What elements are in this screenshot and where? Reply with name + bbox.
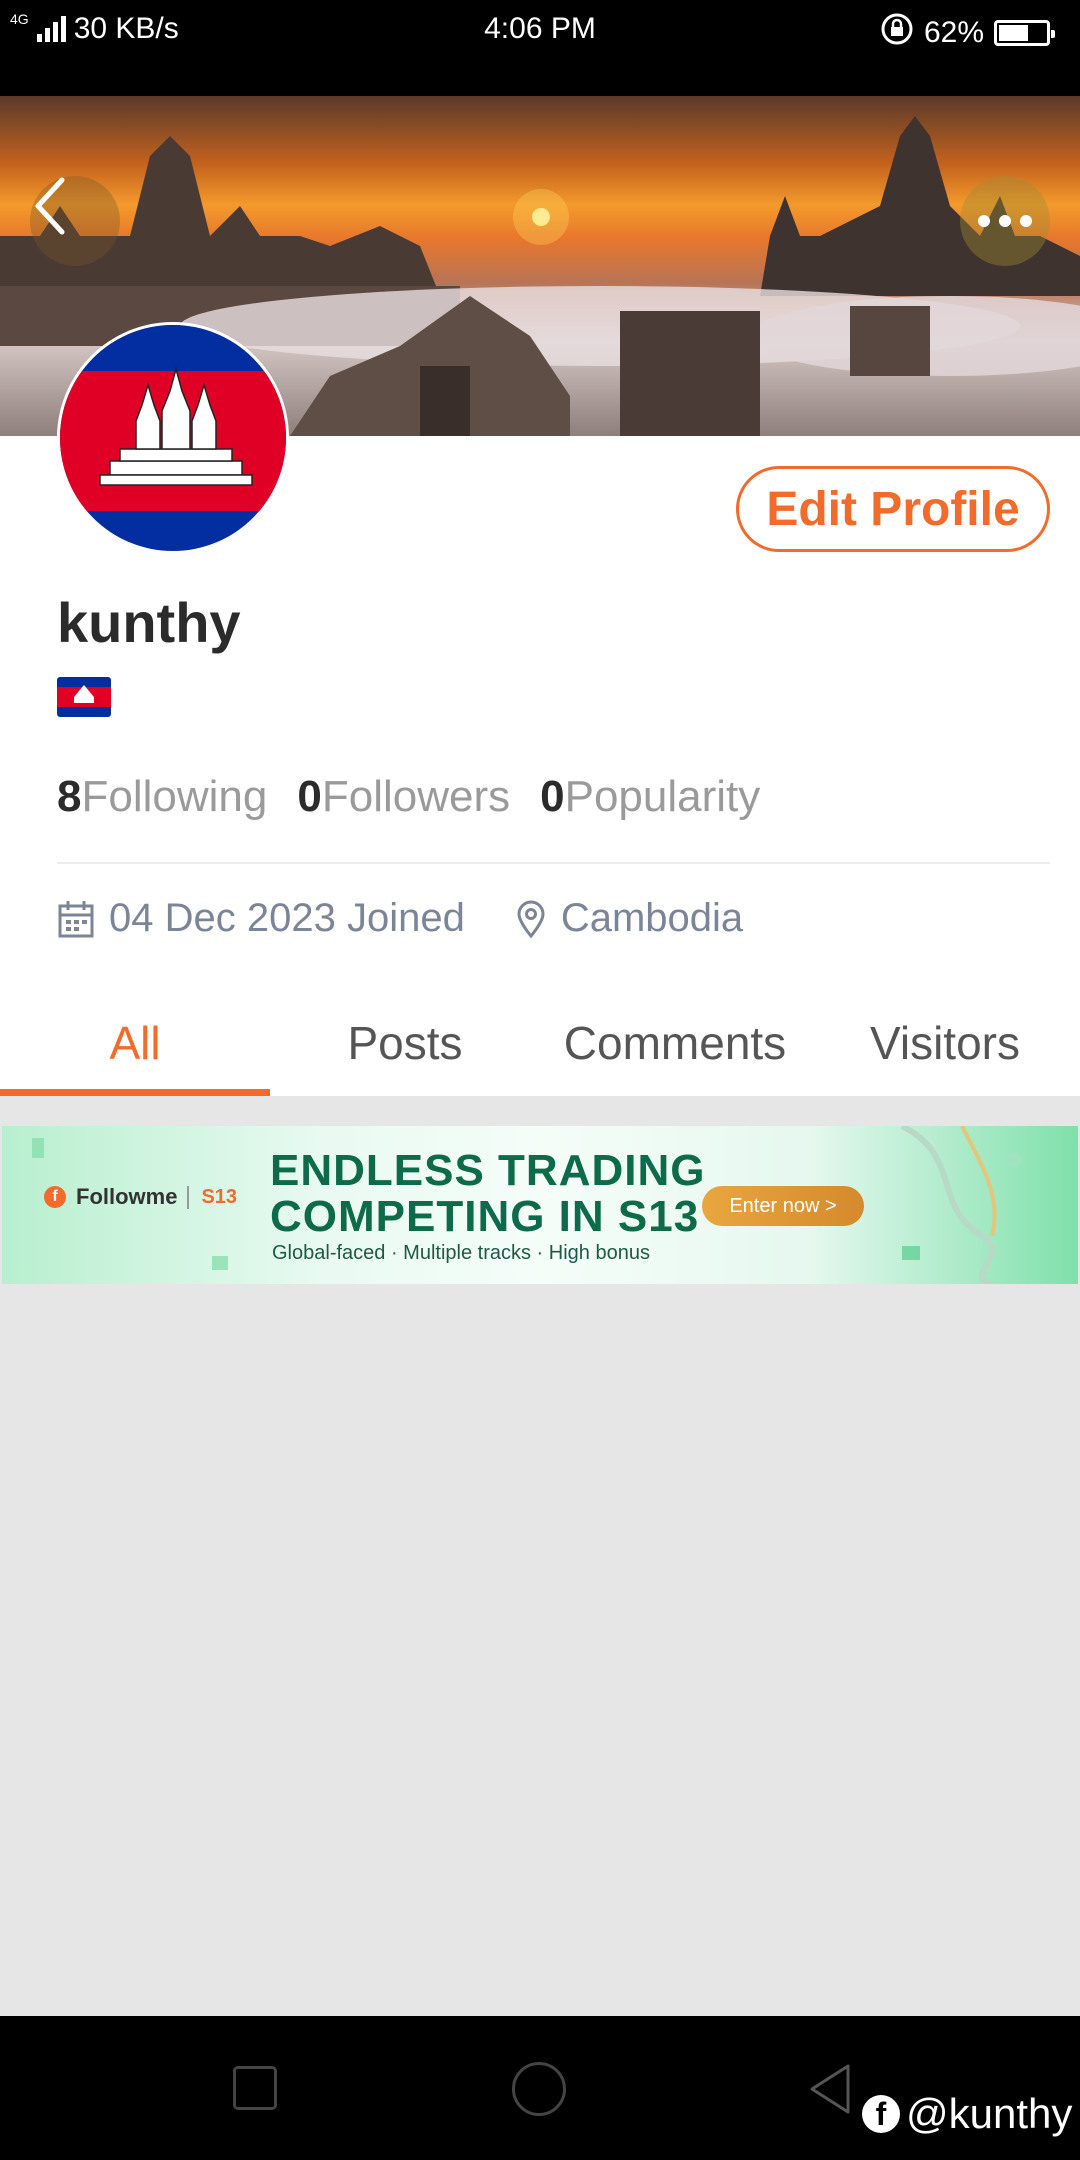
battery-percent: 62%: [923, 16, 984, 49]
banner-enter-button[interactable]: Enter now >: [702, 1186, 864, 1226]
stat-following[interactable]: 8 Following: [57, 772, 267, 822]
location-pin-icon: [517, 900, 545, 938]
username: kunthy: [57, 591, 241, 654]
followers-label: Followers: [321, 772, 511, 821]
cambodia-flag-avatar: [60, 325, 286, 551]
profile-stats: 8 Following 0 Followers 0 Popularity: [57, 772, 760, 822]
followers-count: 0: [297, 772, 322, 821]
following-label: Following: [81, 772, 268, 821]
banner-subline: Global-faced · Multiple tracks · High bo…: [272, 1242, 650, 1264]
facebook-icon: f: [862, 2095, 900, 2133]
popularity-label: Popularity: [564, 772, 761, 821]
more-button[interactable]: [960, 176, 1050, 266]
watermark-handle: @kunthy: [906, 2090, 1073, 2137]
following-count: 8: [57, 772, 82, 821]
nav-back-icon[interactable]: [806, 2062, 854, 2116]
recent-apps-button[interactable]: [233, 2066, 277, 2110]
tab-posts[interactable]: Posts: [270, 990, 540, 1096]
more-dots-icon: [978, 215, 990, 227]
profile-tabs: All Posts Comments Visitors: [0, 990, 1080, 1096]
profile-meta: 04 Dec 2023 Joined Cambodia: [57, 896, 743, 941]
popularity-count: 0: [540, 772, 565, 821]
chevron-left-icon: [35, 177, 65, 235]
followme-logo-icon: f: [44, 1186, 66, 1208]
avatar[interactable]: [57, 322, 289, 554]
banner-brand: f Followme S13: [44, 1184, 237, 1210]
battery-icon: [994, 20, 1055, 46]
edit-profile-button[interactable]: Edit Profile: [736, 466, 1050, 552]
home-button[interactable]: [512, 2062, 566, 2116]
banner-brand-name: Followme: [76, 1184, 178, 1209]
joined-date: 04 Dec 2023 Joined: [109, 896, 465, 940]
promo-banner[interactable]: f Followme S13 ENDLESS TRADING COMPETING…: [2, 1126, 1078, 1284]
divider: [57, 862, 1050, 864]
status-bar: 4G 30 KB/s 4:06 PM 62%: [0, 0, 1080, 96]
calendar-icon: [58, 900, 94, 937]
tab-visitors[interactable]: Visitors: [810, 990, 1080, 1096]
back-button[interactable]: [30, 176, 120, 266]
rotation-lock-icon: [880, 12, 914, 54]
tab-comments[interactable]: Comments: [540, 990, 810, 1096]
stat-popularity[interactable]: 0 Popularity: [540, 772, 760, 822]
banner-headline: ENDLESS TRADING COMPETING IN S13: [270, 1148, 705, 1240]
status-right: 62%: [880, 12, 1055, 54]
banner-season: S13: [187, 1185, 237, 1209]
stat-followers[interactable]: 0 Followers: [297, 772, 510, 822]
watermark: f @kunthy: [862, 2090, 1072, 2138]
location-text: Cambodia: [560, 896, 744, 940]
country-flag-icon: [57, 677, 111, 717]
banner-headline-line1: ENDLESS TRADING: [270, 1146, 706, 1195]
system-nav-bar: f @kunthy: [0, 2016, 1080, 2160]
tab-all[interactable]: All: [0, 990, 270, 1096]
banner-headline-line2: COMPETING IN S13: [270, 1192, 700, 1241]
